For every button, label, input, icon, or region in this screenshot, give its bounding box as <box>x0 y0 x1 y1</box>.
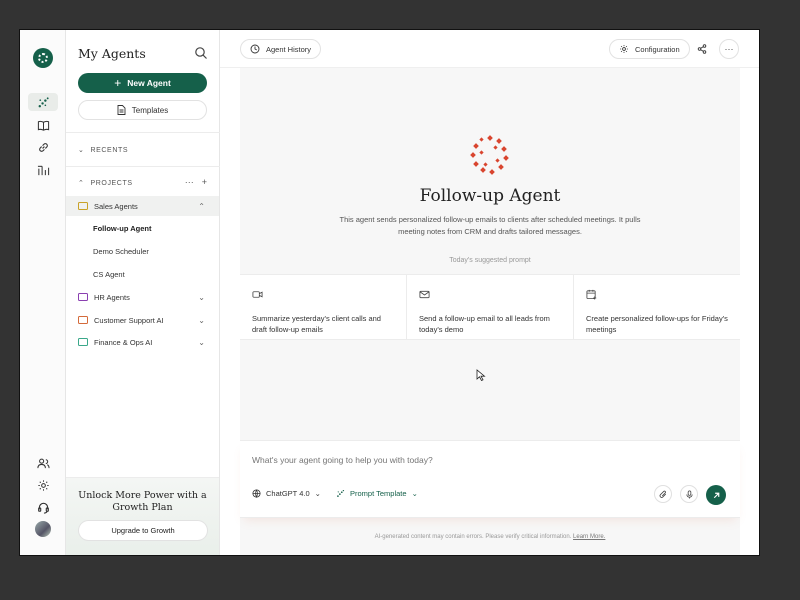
analytics-icon[interactable] <box>28 161 58 179</box>
agent-logo-icon <box>470 135 509 175</box>
recents-header[interactable]: ⌄ RECENTS <box>78 146 129 155</box>
composer: ChatGPT 4.0 ⌄ Prompt Template ⌄ <box>240 440 740 518</box>
chevron-down-icon: ⌄ <box>198 292 205 302</box>
templates-label: Templates <box>131 105 169 115</box>
divider <box>66 132 220 133</box>
agent-description: This agent sends personalized follow-up … <box>339 215 641 236</box>
folder-icon <box>78 202 88 210</box>
project-finance-ops[interactable]: Finance & Ops AI ⌄ <box>66 332 219 352</box>
projects-label: PROJECTS <box>90 179 133 187</box>
project-label: Customer Support AI <box>94 315 164 325</box>
icon-rail <box>20 30 66 555</box>
projects-header[interactable]: ⌃ PROJECTS <box>78 179 133 188</box>
new-agent-button[interactable]: + New Agent <box>78 73 207 93</box>
main-panel: Agent History Configuration ··· Follow-u… <box>220 30 759 555</box>
prompt-input[interactable] <box>252 455 722 465</box>
prompt-card[interactable]: Create personalized follow-ups for Frida… <box>574 275 740 339</box>
prompt-card-text: Create personalized follow-ups for Frida… <box>586 314 728 334</box>
folder-icon <box>78 293 88 301</box>
chevron-down-icon: ⌄ <box>198 337 205 347</box>
more-icon[interactable]: ··· <box>185 177 194 187</box>
prompt-card-text: Summarize yesterday's client calls and d… <box>252 314 381 334</box>
model-label: ChatGPT 4.0 <box>266 489 310 498</box>
project-label: Finance & Ops AI <box>94 337 153 347</box>
recents-label: RECENTS <box>90 146 129 154</box>
learn-more-link[interactable]: Learn More. <box>573 534 605 540</box>
agent-history-label: Agent History <box>266 44 312 54</box>
sparkle-icon <box>337 489 345 497</box>
project-customer-support[interactable]: Customer Support AI ⌄ <box>66 310 219 330</box>
prompt-template-selector[interactable]: Prompt Template ⌄ <box>336 489 418 498</box>
more-options-button[interactable]: ··· <box>719 39 739 59</box>
folder-icon <box>78 316 88 324</box>
agent-title: Follow-up Agent <box>419 186 561 206</box>
settings-icon[interactable] <box>28 476 58 494</box>
project-hr-agents[interactable]: HR Agents ⌄ <box>66 287 219 307</box>
model-selector[interactable]: ChatGPT 4.0 ⌄ <box>252 489 321 498</box>
project-sales-agents[interactable]: Sales Agents ⌃ <box>66 196 219 216</box>
suggested-prompt-label: Today's suggested prompt <box>449 257 531 264</box>
suggested-prompts: Summarize yesterday's client calls and d… <box>240 274 740 340</box>
top-bar: Agent History Configuration ··· <box>220 30 759 68</box>
prompt-card[interactable]: Summarize yesterday's client calls and d… <box>240 275 407 339</box>
sidebar: My Agents + New Agent Templates ⌄ RECENT… <box>66 30 220 555</box>
project-label: Sales Agents <box>94 201 138 211</box>
chevron-down-icon: ⌄ <box>411 489 418 498</box>
book-icon[interactable] <box>28 116 58 134</box>
prompt-template-label: Prompt Template <box>350 489 407 498</box>
divider <box>66 166 220 167</box>
chevron-down-icon: ⌄ <box>78 147 85 154</box>
search-icon[interactable] <box>194 46 208 60</box>
agent-item-cs-agent[interactable]: CS Agent <box>93 270 125 279</box>
upsell-text: Unlock More Power with a Growth Plan <box>78 490 207 513</box>
share-icon[interactable] <box>692 39 712 59</box>
prompt-card-text: Send a follow-up email to all leads from… <box>419 314 550 334</box>
agent-item-follow-up[interactable]: Follow-up Agent <box>93 224 151 233</box>
link-icon[interactable] <box>28 138 58 156</box>
microphone-icon[interactable] <box>680 485 698 503</box>
send-button[interactable] <box>706 485 726 505</box>
agent-item-demo-scheduler[interactable]: Demo Scheduler <box>93 247 149 256</box>
support-icon[interactable] <box>28 498 58 516</box>
upsell-panel: Unlock More Power with a Growth Plan Upg… <box>66 477 219 555</box>
agents-icon[interactable] <box>28 93 58 111</box>
configuration-button[interactable]: Configuration <box>609 39 690 59</box>
agent-history-button[interactable]: Agent History <box>240 39 322 59</box>
prompt-card[interactable]: Send a follow-up email to all leads from… <box>407 275 574 339</box>
project-label: HR Agents <box>94 292 130 302</box>
video-icon <box>252 291 263 298</box>
chevron-down-icon: ⌄ <box>198 315 205 325</box>
gear-icon <box>620 45 628 53</box>
chevron-up-icon: ⌃ <box>198 201 205 211</box>
chevron-down-icon: ⌄ <box>314 489 321 498</box>
logo-icon[interactable] <box>33 48 53 68</box>
chevron-up-icon: ⌃ <box>78 180 85 187</box>
users-icon[interactable] <box>28 454 58 472</box>
app-window: My Agents + New Agent Templates ⌄ RECENT… <box>19 29 760 556</box>
attach-icon[interactable] <box>654 485 672 503</box>
disclaimer-text: AI-generated content may contain errors.… <box>374 534 572 540</box>
globe-icon <box>252 489 261 498</box>
add-project-icon[interactable]: + <box>202 177 207 187</box>
agent-stage: Follow-up Agent This agent sends persona… <box>240 68 740 555</box>
templates-button[interactable]: Templates <box>78 100 207 120</box>
disclaimer: AI-generated content may contain errors.… <box>240 534 740 540</box>
upgrade-button[interactable]: Upgrade to Growth <box>79 521 207 540</box>
mouse-cursor-icon <box>476 369 486 381</box>
projects-tools: ··· + <box>185 177 207 187</box>
arrow-up-right-icon <box>713 492 719 498</box>
document-icon <box>117 105 126 115</box>
configuration-label: Configuration <box>635 44 680 54</box>
new-agent-label: New Agent <box>127 78 171 88</box>
calendar-add-icon <box>586 289 597 300</box>
sidebar-title: My Agents <box>78 46 146 61</box>
clock-icon <box>250 44 260 54</box>
avatar[interactable] <box>35 521 51 537</box>
mail-icon <box>419 290 430 299</box>
plus-icon: + <box>114 76 122 90</box>
folder-icon <box>78 338 88 346</box>
